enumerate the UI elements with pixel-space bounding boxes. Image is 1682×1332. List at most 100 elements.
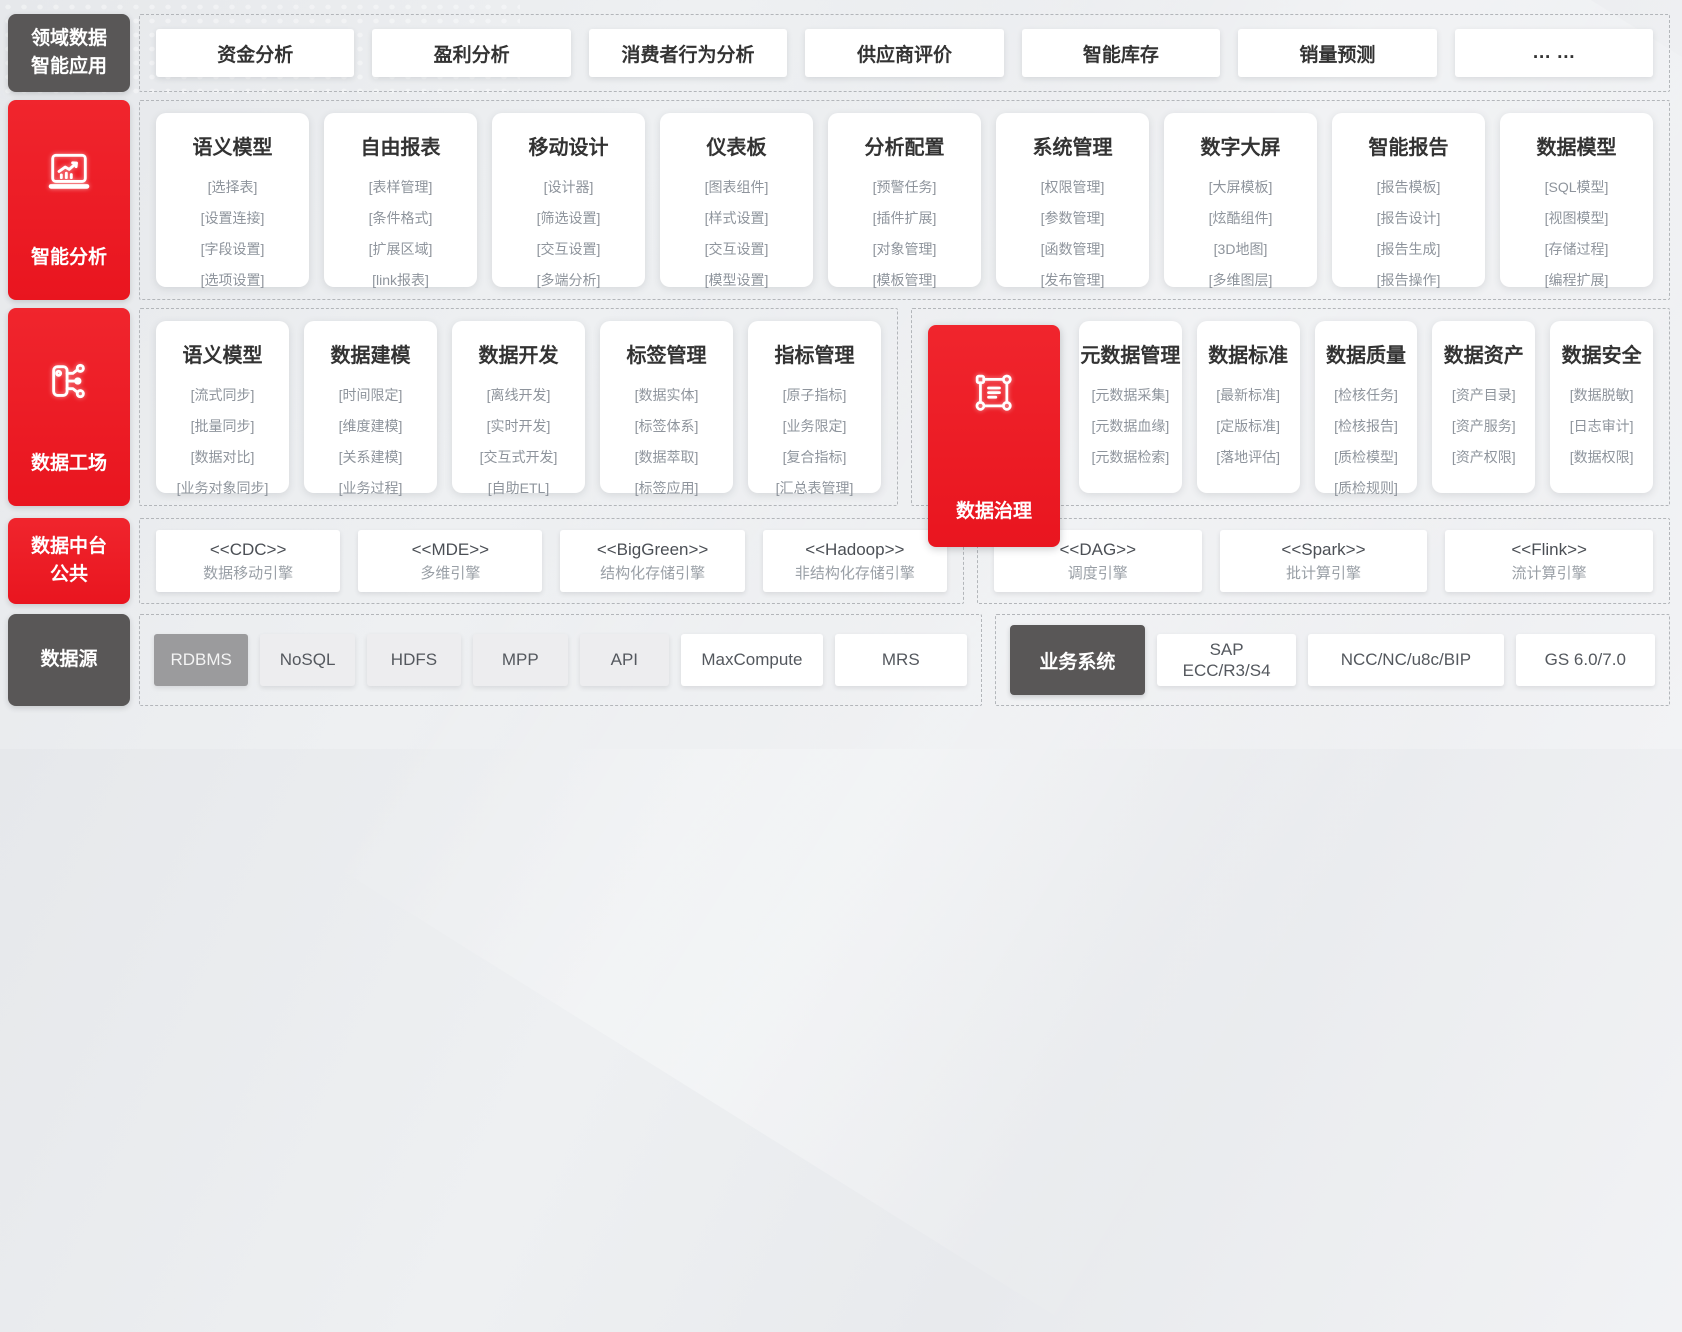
- factory-cards-container: 语义模型 [流式同步] [批量同步] [数据对比] [业务对象同步] 数据建模 …: [139, 308, 898, 506]
- card-title: 自由报表: [360, 137, 441, 159]
- card-item: [图表组件]: [704, 179, 769, 195]
- feature-card-analysis-config: 分析配置 [预警任务] [插件扩展] [对象管理] [模板管理]: [828, 113, 981, 288]
- feature-card-dashboard: 仪表板 [图表组件] [样式设置] [交互设置] [模型设置]: [660, 113, 813, 288]
- factory-row-label-text: 数据工场: [30, 453, 107, 475]
- card-item: [检核报告]: [1334, 418, 1398, 434]
- app-box-consumer-behavior: 消费者行为分析: [588, 29, 788, 77]
- business-box-sap: SAP ECC/R3/S4: [1156, 634, 1297, 686]
- card-item: [数据脱敏]: [1569, 387, 1634, 403]
- engine-desc: 多维引擎: [420, 564, 481, 582]
- card-item: [标签应用]: [634, 480, 699, 496]
- engine-name: <<MDE>>: [411, 540, 490, 559]
- source-box-api: API: [579, 634, 670, 686]
- card-item: [报告设计]: [1376, 210, 1441, 226]
- card-item: [资产权限]: [1451, 449, 1516, 465]
- card-item: [扩展区域]: [368, 241, 433, 257]
- source-box-mrs: MRS: [834, 634, 967, 686]
- card-item: [日志审计]: [1569, 418, 1634, 434]
- feature-card-data-security: 数据安全 [数据脱敏] [日志审计] [数据权限]: [1550, 321, 1653, 493]
- card-title: 系统管理: [1032, 137, 1113, 159]
- card-title: 数据标准: [1208, 345, 1289, 367]
- feature-card-mobile-design: 移动设计 [设计器] [筛选设置] [交互设置] [多端分析]: [492, 113, 645, 288]
- card-item: [时间限定]: [338, 387, 403, 403]
- card-item: [编程扩展]: [1544, 272, 1609, 288]
- card-item: [视图模型]: [1544, 210, 1609, 226]
- platform-engines-left-container: <<CDC>> 数据移动引擎 <<MDE>> 多维引擎 <<BigGreen>>…: [139, 518, 964, 604]
- card-item: [设置连接]: [200, 210, 265, 226]
- card-item: [对象管理]: [872, 241, 937, 257]
- card-item: [标签体系]: [634, 418, 699, 434]
- card-title: 数据质量: [1325, 345, 1406, 367]
- feature-card-data-dev: 数据开发 [离线开发] [实时开发] [交互式开发] [自助ETL]: [452, 321, 585, 496]
- card-title: 标签管理: [626, 345, 707, 367]
- apps-row-label: 领域数据 智能应用: [8, 14, 130, 92]
- card-item: [SQL模型]: [1544, 179, 1609, 195]
- engine-name: <<DAG>>: [1059, 540, 1137, 559]
- card-item: [业务限定]: [782, 418, 847, 434]
- card-title: 指标管理: [774, 345, 855, 367]
- card-item: [报告操作]: [1376, 272, 1441, 288]
- platform-row: 数据中台 公共 <<CDC>> 数据移动引擎 <<MDE>> 多维引擎 <<Bi…: [8, 518, 1670, 604]
- factory-row: 数据工场 语义模型 [流式同步] [批量同步] [数据对比] [业务对象同步] …: [8, 308, 1670, 547]
- card-item: [交互式开发]: [479, 449, 558, 465]
- card-item: [条件格式]: [368, 210, 433, 226]
- card-item: [交互设置]: [536, 241, 601, 257]
- card-item: [元数据血缘]: [1091, 418, 1170, 434]
- card-item: [关系建模]: [338, 449, 403, 465]
- engine-box-cdc: <<CDC>> 数据移动引擎: [156, 530, 341, 592]
- engine-box-mde: <<MDE>> 多维引擎: [358, 530, 543, 592]
- engine-desc: 批计算引擎: [1285, 564, 1361, 582]
- card-item: [交互设置]: [704, 241, 769, 257]
- card-item: [模板管理]: [872, 272, 937, 288]
- apps-row: 领域数据 智能应用 资金分析 盈利分析 消费者行为分析 供应商评价 智能库存 销…: [8, 14, 1670, 92]
- card-item: [检核任务]: [1334, 387, 1398, 403]
- card-item: [炫酷组件]: [1208, 210, 1273, 226]
- card-item: [落地评估]: [1216, 449, 1281, 465]
- feature-card-tag-mgmt: 标签管理 [数据实体] [标签体系] [数据萃取] [标签应用]: [600, 321, 733, 496]
- card-item: [维度建模]: [338, 418, 403, 434]
- card-item: [复合指标]: [782, 449, 847, 465]
- card-item: [权限管理]: [1040, 179, 1105, 195]
- card-title: 语义模型: [192, 137, 273, 159]
- card-item: [业务对象同步]: [176, 480, 269, 496]
- card-item: [批量同步]: [190, 418, 255, 434]
- card-item: [选择表]: [207, 179, 258, 195]
- card-item: [插件扩展]: [872, 210, 937, 226]
- card-item: [样式设置]: [704, 210, 769, 226]
- feature-card-data-model: 数据模型 [SQL模型] [视图模型] [存储过程] [编程扩展]: [1500, 113, 1653, 288]
- engine-box-flink: <<Flink>> 流计算引擎: [1445, 530, 1654, 592]
- card-item: [发布管理]: [1040, 272, 1105, 288]
- card-item: [原子指标]: [782, 387, 847, 403]
- platform-row-label-text: 数据中台 公共: [30, 536, 107, 585]
- app-box-smart-inventory: 智能库存: [1021, 29, 1221, 77]
- card-item: [质检规则]: [1334, 480, 1398, 496]
- card-title: 数据资产: [1443, 345, 1524, 367]
- card-item: [自助ETL]: [487, 480, 550, 496]
- card-item: [3D地图]: [1213, 241, 1268, 257]
- card-item: [元数据采集]: [1091, 387, 1170, 403]
- card-title: 数据开发: [478, 345, 559, 367]
- card-item: [资产目录]: [1451, 387, 1516, 403]
- platform-engines-right-container: <<DAG>> 调度引擎 <<Spark>> 批计算引擎 <<Flink>> 流…: [976, 518, 1670, 604]
- card-item: [表样管理]: [368, 179, 433, 195]
- data-governance-icon: [971, 371, 1017, 415]
- card-title: 元数据管理: [1080, 345, 1181, 367]
- feature-card-smart-report: 智能报告 [报告模板] [报告设计] [报告生成] [报告操作]: [1332, 113, 1485, 288]
- engine-name: <<Hadoop>>: [805, 540, 905, 559]
- card-item: [预警任务]: [872, 179, 937, 195]
- app-box-profit-analysis: 盈利分析: [372, 29, 571, 77]
- card-item: [实时开发]: [486, 418, 551, 434]
- app-box-sales-forecast: 销量预测: [1238, 29, 1437, 77]
- feature-card-data-asset: 数据资产 [资产目录] [资产服务] [资产权限]: [1432, 321, 1536, 493]
- source-box-mpp: MPP: [473, 634, 568, 686]
- app-box-supplier-evaluation: 供应商评价: [805, 29, 1004, 77]
- card-item: [参数管理]: [1040, 210, 1105, 226]
- source-box-hdfs: HDFS: [366, 634, 462, 686]
- feature-card-system-mgmt: 系统管理 [权限管理] [参数管理] [函数管理] [发布管理]: [996, 113, 1149, 288]
- card-title: 分析配置: [864, 137, 945, 159]
- card-item: [数据对比]: [190, 449, 255, 465]
- business-systems-container: 业务系统 SAP ECC/R3/S4 NCC/NC/u8c/BIP GS 6.0…: [994, 614, 1670, 706]
- business-box-gs: GS 6.0/7.0: [1515, 634, 1656, 686]
- card-item: [汇总表管理]: [775, 480, 854, 496]
- card-item: [大屏模板]: [1208, 179, 1273, 195]
